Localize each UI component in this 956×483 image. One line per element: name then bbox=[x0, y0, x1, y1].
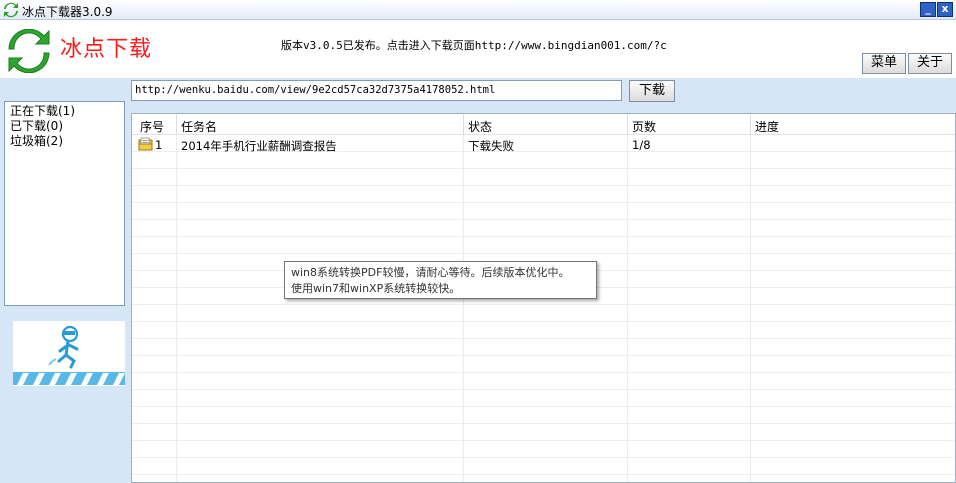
column-header-index[interactable]: 序号 bbox=[140, 118, 164, 135]
table-row[interactable]: 1 2014年手机行业薪酬调查报告 下载失败 1/8 bbox=[132, 136, 955, 153]
minimize-button[interactable]: _ bbox=[920, 2, 936, 17]
column-separator bbox=[627, 114, 628, 482]
column-separator bbox=[750, 114, 751, 482]
running-man-icon bbox=[13, 325, 125, 385]
tooltip-line-2: 使用win7和winXP系统转换较快。 bbox=[291, 282, 461, 295]
column-header-task-name[interactable]: 任务名 bbox=[181, 118, 217, 135]
column-separator bbox=[176, 114, 177, 482]
table-header: 序号 任务名 状态 页数 进度 bbox=[132, 114, 955, 135]
tooltip: win8系统转换PDF较慢，请耐心等待。后续版本优化中。 使用win7和winX… bbox=[284, 261, 597, 299]
sidebar: 正在下载(1) 已下载(0) 垃圾箱(2) bbox=[4, 101, 125, 306]
header: 冰点下载 版本v3.0.5已发布。点击进入下载页面http://www.bing… bbox=[0, 20, 956, 78]
running-mascot-image bbox=[13, 321, 125, 386]
window-title: 冰点下载器3.0.9 bbox=[22, 5, 113, 19]
sidebar-item-trash[interactable]: 垃圾箱(2) bbox=[10, 134, 119, 149]
refresh-logo-icon bbox=[8, 29, 50, 73]
sidebar-item-downloaded[interactable]: 已下载(0) bbox=[10, 119, 119, 134]
row-pages: 1/8 bbox=[632, 138, 651, 152]
grid-lines bbox=[132, 135, 955, 482]
document-icon bbox=[138, 137, 153, 151]
row-task-name: 2014年手机行业薪酬调查报告 bbox=[181, 139, 337, 153]
column-header-pages[interactable]: 页数 bbox=[632, 118, 656, 135]
about-button[interactable]: 关于 bbox=[908, 53, 952, 74]
row-status: 下载失败 bbox=[468, 139, 514, 153]
download-button[interactable]: 下载 bbox=[629, 80, 675, 102]
app-refresh-icon bbox=[4, 2, 18, 18]
menu-button[interactable]: 菜单 bbox=[862, 53, 906, 74]
column-header-progress[interactable]: 进度 bbox=[755, 118, 779, 135]
row-index: 1 bbox=[155, 138, 163, 152]
sidebar-item-downloading[interactable]: 正在下载(1) bbox=[10, 104, 119, 119]
column-header-status[interactable]: 状态 bbox=[468, 118, 492, 135]
release-notice-link[interactable]: 版本v3.0.5已发布。点击进入下载页面http://www.bingdian0… bbox=[281, 37, 667, 53]
close-button[interactable]: x bbox=[937, 2, 953, 17]
url-input[interactable]: http://wenku.baidu.com/view/9e2cd57ca32d… bbox=[131, 80, 622, 101]
tooltip-line-1: win8系统转换PDF较慢，请耐心等待。后续版本优化中。 bbox=[291, 266, 570, 279]
title-bar: 冰点下载器3.0.9 _ x bbox=[0, 0, 956, 20]
logo-text: 冰点下载 bbox=[60, 37, 153, 62]
